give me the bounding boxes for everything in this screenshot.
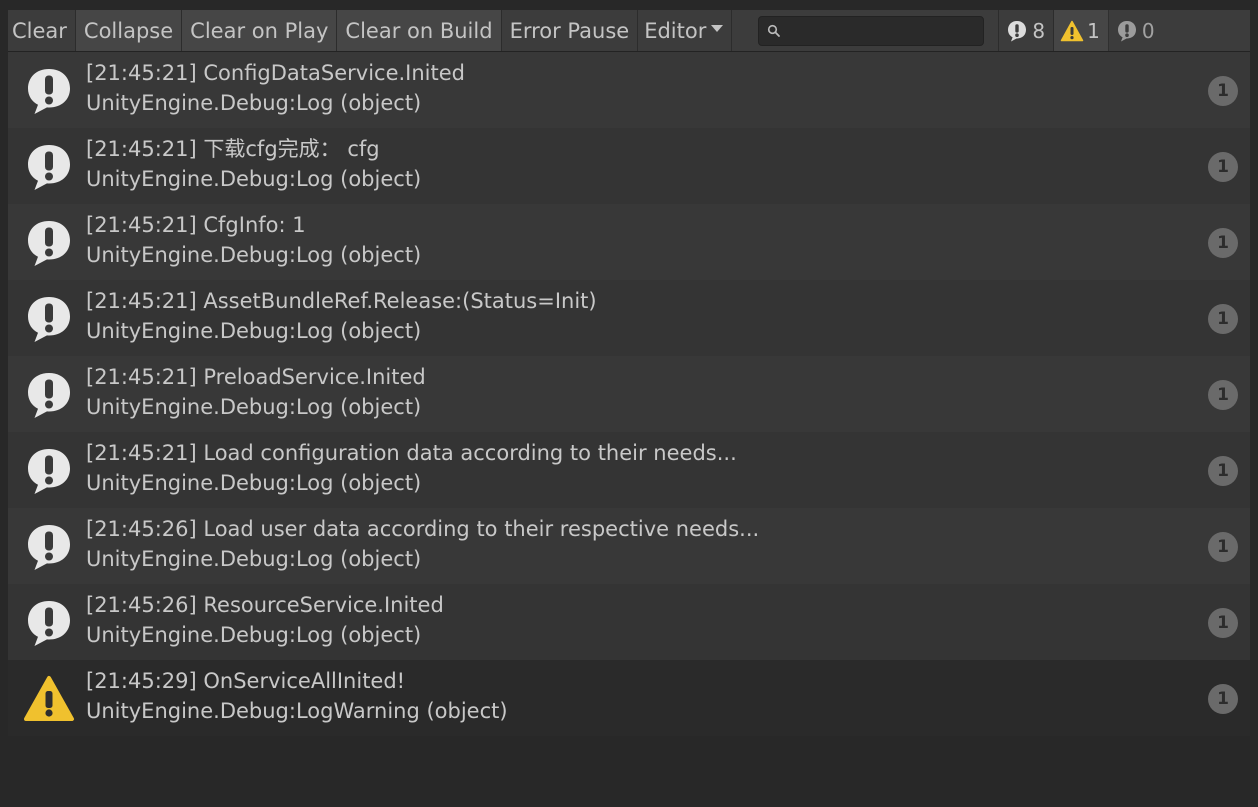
log-message: [21:45:21] Load configuration data accor…	[86, 441, 737, 465]
log-entry-row[interactable]: [21:45:21] 下载cfg完成： cfg UnityEngine.Debug…	[8, 128, 1250, 204]
info-bubble-icon	[1008, 20, 1027, 41]
log-stack-trace: UnityEngine.Debug:Log (object)	[86, 547, 422, 571]
chevron-down-icon	[711, 25, 724, 32]
log-entry-text: [21:45:26] ResourceService.Inited UnityEn…	[86, 590, 1190, 650]
warning-count: 1	[1087, 18, 1100, 43]
log-entry-row[interactable]: [21:45:21] AssetBundleRef.Release:(Statu…	[8, 280, 1250, 356]
log-stack-trace: UnityEngine.Debug:Log (object)	[86, 167, 422, 191]
collapse-count-badge: 1	[1208, 228, 1238, 258]
log-stack-trace: UnityEngine.Debug:Log (object)	[86, 623, 422, 647]
warning-count-toggle[interactable]: 1	[1053, 10, 1108, 51]
clear-button[interactable]: Clear	[8, 10, 76, 51]
collapse-toggle[interactable]: Collapse	[75, 10, 183, 51]
info-bubble-icon	[28, 221, 70, 266]
log-stack-trace: UnityEngine.Debug:Log (object)	[86, 91, 422, 115]
info-bubble-icon	[28, 449, 70, 494]
clear-on-play-toggle[interactable]: Clear on Play	[182, 10, 338, 51]
log-entry-text: [21:45:21] Load configuration data accor…	[86, 438, 1190, 498]
log-stack-trace: UnityEngine.Debug:Log (object)	[86, 395, 422, 419]
log-message: [21:45:21] ConfigDataService.Inited	[86, 61, 466, 85]
log-entry-list: [21:45:21] ConfigDataService.Inited Unity…	[8, 52, 1250, 736]
log-entry-row[interactable]: [21:45:21] Load configuration data accor…	[8, 432, 1250, 508]
log-message: [21:45:26] Load user data according to t…	[86, 517, 760, 541]
log-entry-text: [21:45:21] CfgInfo: 1 UnityEngine.Debug:L…	[86, 210, 1190, 270]
warning-triangle-icon	[1060, 20, 1084, 41]
info-count-toggle[interactable]: 8	[998, 10, 1053, 51]
error-icon	[1117, 20, 1136, 41]
error-pause-toggle[interactable]: Error Pause	[501, 10, 639, 51]
info-bubble-icon	[28, 145, 70, 190]
editor-dropdown[interactable]: Editor	[638, 10, 733, 51]
info-bubble-icon	[28, 69, 70, 114]
log-message: [21:45:21] 下载cfg完成： cfg	[86, 137, 380, 161]
console-window: Clear Collapse Clear on Play Clear on Bu…	[0, 0, 1258, 807]
search-icon	[768, 24, 781, 37]
console-toolbar: Clear Collapse Clear on Play Clear on Bu…	[8, 10, 1250, 52]
collapse-count-badge: 1	[1208, 152, 1238, 182]
error-count-toggle[interactable]: 0	[1107, 10, 1163, 51]
log-entry-row[interactable]: [21:45:21] ConfigDataService.Inited Unity…	[8, 52, 1250, 128]
log-entry-text: [21:45:26] Load user data according to t…	[86, 514, 1190, 574]
info-bubble-icon	[28, 297, 70, 342]
log-message: [21:45:21] CfgInfo: 1	[86, 213, 306, 237]
collapse-count-badge: 1	[1208, 76, 1238, 106]
log-stack-trace: UnityEngine.Debug:Log (object)	[86, 471, 422, 495]
log-message: [21:45:21] AssetBundleRef.Release:(Statu…	[86, 289, 597, 313]
log-message: [21:45:21] PreloadService.Inited	[86, 365, 426, 389]
editor-dropdown-label: Editor	[644, 18, 707, 43]
log-entry-row[interactable]: [21:45:21] CfgInfo: 1 UnityEngine.Debug:L…	[8, 204, 1250, 280]
log-entry-text: [21:45:21] ConfigDataService.Inited Unity…	[86, 58, 1190, 118]
clear-on-build-toggle[interactable]: Clear on Build	[337, 10, 502, 51]
search-field[interactable]	[758, 15, 985, 46]
info-bubble-icon	[28, 525, 70, 570]
log-message: [21:45:29] OnServiceAllInited!	[86, 669, 406, 693]
collapse-count-badge: 1	[1208, 304, 1238, 334]
collapse-count-badge: 1	[1208, 608, 1238, 638]
log-entry-text: [21:45:21] 下载cfg完成： cfg UnityEngine.Debug…	[86, 134, 1190, 194]
collapse-count-badge: 1	[1208, 532, 1238, 562]
log-entry-text: [21:45:29] OnServiceAllInited! UnityEngin…	[86, 666, 1190, 726]
log-stack-trace: UnityEngine.Debug:Log (object)	[86, 319, 422, 343]
log-message: [21:45:26] ResourceService.Inited	[86, 593, 444, 617]
warning-triangle-icon	[24, 676, 74, 721]
collapse-count-badge: 1	[1208, 456, 1238, 486]
log-entry-row[interactable]: [21:45:26] Load user data according to t…	[8, 508, 1250, 584]
log-stack-trace: UnityEngine.Debug:LogWarning (object)	[86, 699, 508, 723]
log-entry-row[interactable]: [21:45:26] ResourceService.Inited UnityEn…	[8, 584, 1250, 660]
info-bubble-icon	[28, 601, 70, 646]
error-count: 0	[1141, 18, 1155, 43]
collapse-count-badge: 1	[1208, 684, 1238, 714]
log-entry-row[interactable]: [21:45:21] PreloadService.Inited UnityEng…	[8, 356, 1250, 432]
log-entry-text: [21:45:21] PreloadService.Inited UnityEng…	[86, 362, 1190, 422]
info-bubble-icon	[28, 373, 70, 418]
log-stack-trace: UnityEngine.Debug:Log (object)	[86, 243, 422, 267]
log-entry-text: [21:45:21] AssetBundleRef.Release:(Statu…	[86, 286, 1190, 346]
search-input[interactable]	[787, 16, 984, 45]
log-entry-row[interactable]: [21:45:29] OnServiceAllInited! UnityEngin…	[8, 660, 1250, 736]
info-count: 8	[1032, 18, 1046, 43]
collapse-count-badge: 1	[1208, 380, 1238, 410]
